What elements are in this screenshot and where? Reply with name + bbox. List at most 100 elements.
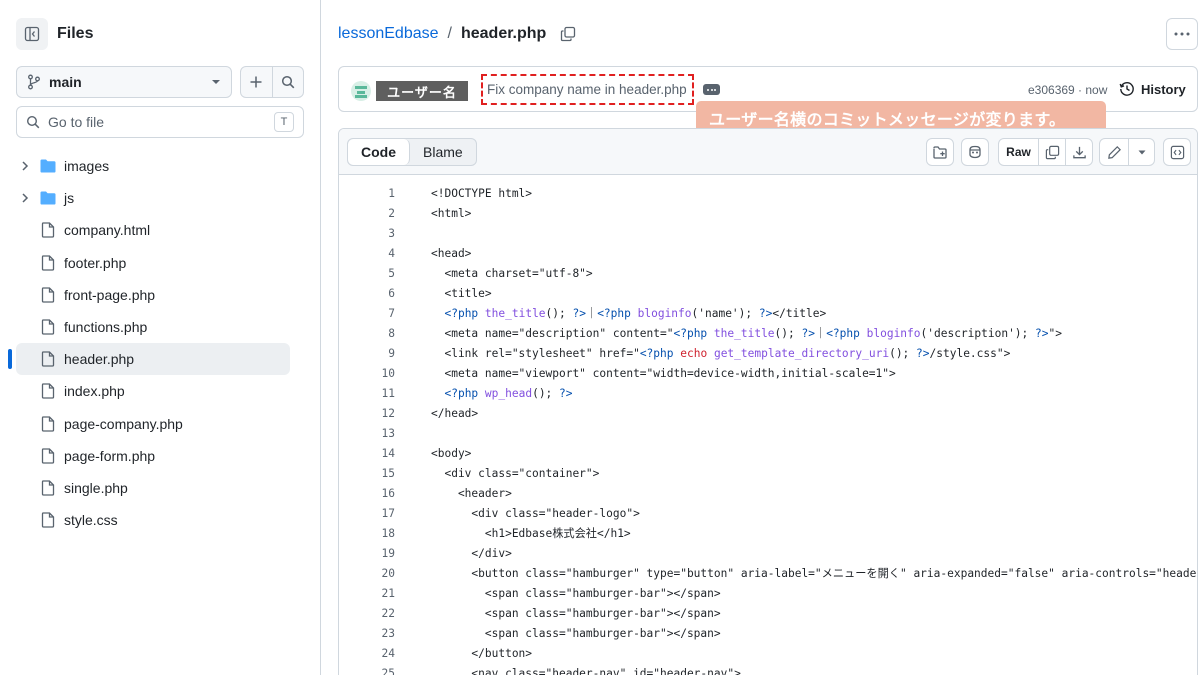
line-number[interactable]: 7 bbox=[339, 307, 395, 320]
tree-item-label: header.php bbox=[64, 351, 135, 368]
tree-item-label: page-company.php bbox=[64, 415, 183, 432]
line-number[interactable]: 9 bbox=[339, 347, 395, 360]
line-number[interactable]: 22 bbox=[339, 607, 395, 620]
breadcrumb-separator: / bbox=[447, 25, 452, 42]
line-number[interactable]: 8 bbox=[339, 327, 395, 340]
download-button[interactable] bbox=[1065, 139, 1092, 165]
line-number[interactable]: 20 bbox=[339, 567, 395, 580]
line-number[interactable]: 13 bbox=[339, 427, 395, 440]
tree-item-label: front-page.php bbox=[64, 286, 156, 303]
line-number[interactable]: 24 bbox=[339, 647, 395, 660]
collapse-sidebar-button[interactable] bbox=[16, 18, 48, 50]
line-number[interactable]: 21 bbox=[339, 587, 395, 600]
more-options-button[interactable] bbox=[1166, 18, 1198, 50]
branch-selector[interactable]: main bbox=[16, 66, 232, 98]
tree-folder[interactable]: images bbox=[16, 150, 290, 182]
line-number[interactable]: 23 bbox=[339, 627, 395, 640]
line-text: <link rel="stylesheet" href="<?php echo … bbox=[431, 346, 1011, 360]
tree-file[interactable]: functions.php bbox=[16, 311, 290, 343]
line-number[interactable]: 14 bbox=[339, 447, 395, 460]
commit-message[interactable]: Fix company name in header.php bbox=[487, 82, 687, 97]
line-number[interactable]: 6 bbox=[339, 287, 395, 300]
tab-code[interactable]: Code bbox=[348, 139, 410, 165]
chevron-right-icon[interactable] bbox=[21, 161, 29, 171]
edit-button-group bbox=[1099, 138, 1155, 166]
tree-icon bbox=[40, 191, 56, 205]
code-line: 2 <html> bbox=[339, 203, 1197, 223]
tree-item-label: company.html bbox=[64, 222, 151, 239]
breadcrumb: lessonEdbase / header.php bbox=[338, 22, 576, 46]
line-number[interactable]: 3 bbox=[339, 227, 395, 240]
copy-raw-button[interactable] bbox=[1038, 139, 1065, 165]
code-line: 11 <?php wp_head(); ?> bbox=[339, 383, 1197, 403]
breadcrumb-file-name: header.php bbox=[460, 25, 547, 42]
tree-file[interactable]: index.php bbox=[16, 375, 290, 407]
line-number[interactable]: 10 bbox=[339, 367, 395, 380]
tab-blame[interactable]: Blame bbox=[410, 139, 476, 165]
copilot-file-button[interactable] bbox=[926, 138, 954, 166]
file-icon bbox=[41, 480, 55, 496]
file-icon bbox=[41, 383, 55, 400]
line-text: <html> bbox=[431, 206, 472, 220]
tree-file[interactable]: footer.php bbox=[16, 247, 290, 279]
raw-button[interactable]: Raw bbox=[999, 139, 1038, 165]
line-number[interactable]: 12 bbox=[339, 407, 395, 420]
line-number[interactable]: 2 bbox=[339, 207, 395, 220]
search-code-button[interactable] bbox=[271, 67, 304, 97]
commit-author[interactable]: ユーザー名 bbox=[376, 81, 468, 101]
line-number[interactable]: 15 bbox=[339, 467, 395, 480]
chevron-right-icon[interactable] bbox=[21, 193, 29, 203]
tree-file[interactable]: company.html bbox=[16, 214, 290, 246]
tree-icon bbox=[40, 351, 56, 367]
search-icon bbox=[281, 75, 295, 89]
line-number[interactable]: 1 bbox=[339, 187, 395, 200]
tree-file[interactable]: front-page.php bbox=[16, 279, 290, 311]
symbols-panel-button[interactable] bbox=[1163, 138, 1191, 166]
commit-sha-time[interactable]: e306369 · now bbox=[1028, 83, 1107, 97]
line-text: <title> bbox=[431, 286, 492, 300]
tree-item-label: single.php bbox=[64, 479, 128, 496]
line-number[interactable]: 4 bbox=[339, 247, 395, 260]
line-number[interactable]: 17 bbox=[339, 507, 395, 520]
line-number[interactable]: 19 bbox=[339, 547, 395, 560]
tree-expander[interactable] bbox=[17, 161, 33, 171]
tree-item-label: index.php bbox=[64, 383, 125, 400]
edit-options-dropdown[interactable] bbox=[1128, 139, 1154, 165]
expand-commit-details-icon[interactable] bbox=[703, 84, 720, 95]
tree-file[interactable]: header.php bbox=[8, 343, 290, 376]
tree-icon bbox=[40, 159, 56, 173]
code-line: 6 <title> bbox=[339, 283, 1197, 303]
tree-file[interactable]: page-company.php bbox=[16, 408, 290, 440]
tree-folder[interactable]: js bbox=[16, 182, 290, 214]
tree-file[interactable]: single.php bbox=[16, 472, 290, 504]
tree-expander[interactable] bbox=[17, 193, 33, 203]
line-number[interactable]: 11 bbox=[339, 387, 395, 400]
edit-file-button[interactable] bbox=[1100, 139, 1128, 165]
line-number[interactable]: 18 bbox=[339, 527, 395, 540]
line-number[interactable]: 5 bbox=[339, 267, 395, 280]
line-number[interactable]: 16 bbox=[339, 487, 395, 500]
copy-path-button[interactable] bbox=[560, 26, 576, 42]
go-to-file-input[interactable] bbox=[48, 114, 274, 130]
code-line: 4 <head> bbox=[339, 243, 1197, 263]
go-to-file-field[interactable]: T bbox=[16, 106, 304, 138]
file-icon bbox=[41, 351, 55, 367]
breadcrumb-repo-link[interactable]: lessonEdbase bbox=[338, 25, 439, 43]
file-icon bbox=[41, 287, 55, 303]
tree-item-label: style.css bbox=[64, 512, 118, 529]
history-button[interactable]: History bbox=[1119, 81, 1186, 97]
code-line: 25 <nav class="header-nav" id="header-na… bbox=[339, 663, 1197, 675]
line-text: <?php the_title(); ?>｜<?php bloginfo('na… bbox=[444, 307, 827, 320]
code-line: 21 <span class="hamburger-bar"></span> bbox=[339, 583, 1197, 603]
tree-file[interactable]: page-form.php bbox=[16, 440, 290, 472]
line-text: <head> bbox=[431, 246, 472, 260]
copilot-button[interactable] bbox=[961, 138, 989, 166]
file-tree-sidebar: Files main T images js company.html footer.… bbox=[0, 0, 321, 675]
line-number[interactable]: 25 bbox=[339, 667, 395, 675]
add-file-button[interactable] bbox=[241, 67, 272, 97]
avatar[interactable] bbox=[351, 81, 371, 101]
line-text: <span class="hamburger-bar"></span> bbox=[431, 626, 721, 640]
tree-item-label: js bbox=[64, 190, 75, 207]
history-icon bbox=[1119, 82, 1134, 96]
tree-file[interactable]: style.css bbox=[16, 504, 290, 536]
